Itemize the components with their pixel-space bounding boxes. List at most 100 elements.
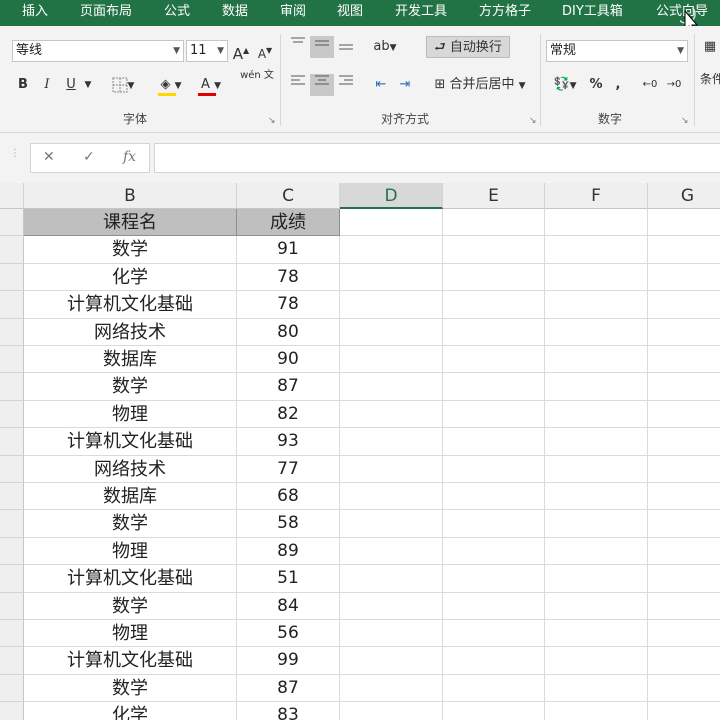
cell-course-name[interactable]: 计算机文化基础 [24,428,237,456]
empty-cell[interactable] [443,647,545,675]
empty-cell[interactable] [648,401,720,429]
cell-score[interactable]: 68 [237,483,340,511]
row-header[interactable] [0,483,24,511]
empty-cell[interactable] [443,346,545,374]
empty-cell[interactable] [545,318,648,346]
empty-cell[interactable] [340,702,443,720]
underline-button[interactable]: U [62,74,80,96]
cell-score[interactable]: 89 [237,537,340,566]
empty-cell[interactable] [648,593,720,620]
cell-score[interactable]: 84 [237,592,340,620]
empty-cell[interactable] [340,537,443,566]
increase-indent-button[interactable]: ⇥ [394,74,416,96]
cell-course-name[interactable]: 化学 [24,702,237,720]
tab-page-layout[interactable]: 页面布局 [80,0,132,26]
empty-cell[interactable] [648,510,720,538]
fill-color-button[interactable]: ◈ ▼ [154,74,188,96]
row-header[interactable] [0,592,24,620]
empty-cell[interactable] [443,537,545,566]
wrap-text-button[interactable]: ⮐ 自动换行 [426,36,510,58]
merge-center-button[interactable]: ⊞ 合并后居中 ▼ [426,74,534,96]
chevron-down-icon[interactable]: ▼ [82,74,94,96]
decrease-decimal-button[interactable]: →0 [664,74,684,96]
empty-cell[interactable] [443,702,545,720]
empty-cell[interactable] [443,565,545,593]
cell-score[interactable]: 87 [237,373,340,401]
column-header-f[interactable]: F [545,183,648,209]
empty-cell[interactable] [545,373,648,401]
cell-score[interactable]: 78 [237,291,340,319]
conditional-format-label[interactable]: 条件 [700,70,720,87]
decrease-font-button[interactable]: A▼ [256,40,274,62]
empty-cell[interactable] [443,483,545,511]
empty-cell[interactable] [545,510,648,538]
empty-cell[interactable] [545,236,648,264]
enter-button[interactable]: ✓ [83,149,95,165]
empty-cell[interactable] [648,236,720,264]
empty-cell[interactable] [340,318,443,346]
cell-course-name[interactable]: 网络技术 [24,455,237,483]
empty-cell[interactable] [443,428,545,456]
empty-cell[interactable] [340,565,443,593]
empty-cell[interactable] [340,209,443,237]
cell-score[interactable]: 80 [237,318,340,346]
row-header[interactable] [0,537,24,566]
cell-score[interactable]: 87 [237,674,340,703]
empty-cell[interactable] [648,565,720,593]
tab-view[interactable]: 视图 [337,0,363,26]
tab-review[interactable]: 审阅 [280,0,306,26]
empty-cell[interactable] [443,455,545,483]
empty-cell[interactable] [340,346,443,374]
row-header[interactable] [0,209,24,237]
header-score[interactable]: 成绩 [237,209,340,237]
drag-handle-icon[interactable]: ⋮ [10,148,20,159]
row-header[interactable] [0,428,24,456]
empty-cell[interactable] [545,592,648,620]
cell-score[interactable]: 93 [237,428,340,456]
align-middle-button[interactable] [310,36,334,58]
align-center-button[interactable] [310,74,334,96]
empty-cell[interactable] [648,373,720,401]
empty-cell[interactable] [340,674,443,703]
empty-cell[interactable] [648,428,720,456]
empty-cell[interactable] [648,456,720,483]
empty-cell[interactable] [648,209,720,237]
row-header[interactable] [0,400,24,429]
row-header[interactable] [0,291,24,319]
empty-cell[interactable] [443,373,545,401]
empty-cell[interactable] [340,373,443,401]
empty-cell[interactable] [443,592,545,620]
empty-cell[interactable] [443,263,545,292]
select-all-corner[interactable] [0,183,24,209]
empty-cell[interactable] [443,209,545,237]
tab-insert[interactable]: 插入 [22,0,48,26]
percent-button[interactable]: % [586,74,606,96]
decrease-indent-button[interactable]: ⇤ [370,74,392,96]
italic-button[interactable]: I [38,74,56,96]
cell-score[interactable]: 58 [237,510,340,538]
column-header-g[interactable]: G [648,183,720,209]
number-format-dropdown[interactable]: 常规 ▼ [546,40,688,62]
row-header[interactable] [0,510,24,538]
row-header[interactable] [0,318,24,346]
empty-cell[interactable] [648,264,720,292]
tab-developer[interactable]: 开发工具 [395,0,447,26]
row-header[interactable] [0,674,24,703]
orientation-button[interactable]: ab▼ [368,36,402,58]
empty-cell[interactable] [545,483,648,511]
bold-button[interactable]: B [14,74,32,96]
empty-cell[interactable] [340,483,443,511]
empty-cell[interactable] [545,291,648,319]
cell-score[interactable]: 51 [237,565,340,593]
row-header[interactable] [0,236,24,264]
empty-cell[interactable] [545,428,648,456]
comma-button[interactable]: , [610,74,626,96]
cell-course-name[interactable]: 数学 [24,674,237,703]
borders-button[interactable]: ▼ [108,74,138,96]
row-header[interactable] [0,647,24,675]
cell-score[interactable]: 90 [237,346,340,374]
row-header[interactable] [0,373,24,401]
cell-course-name[interactable]: 物理 [24,537,237,566]
row-header[interactable] [0,620,24,648]
empty-cell[interactable] [443,318,545,346]
